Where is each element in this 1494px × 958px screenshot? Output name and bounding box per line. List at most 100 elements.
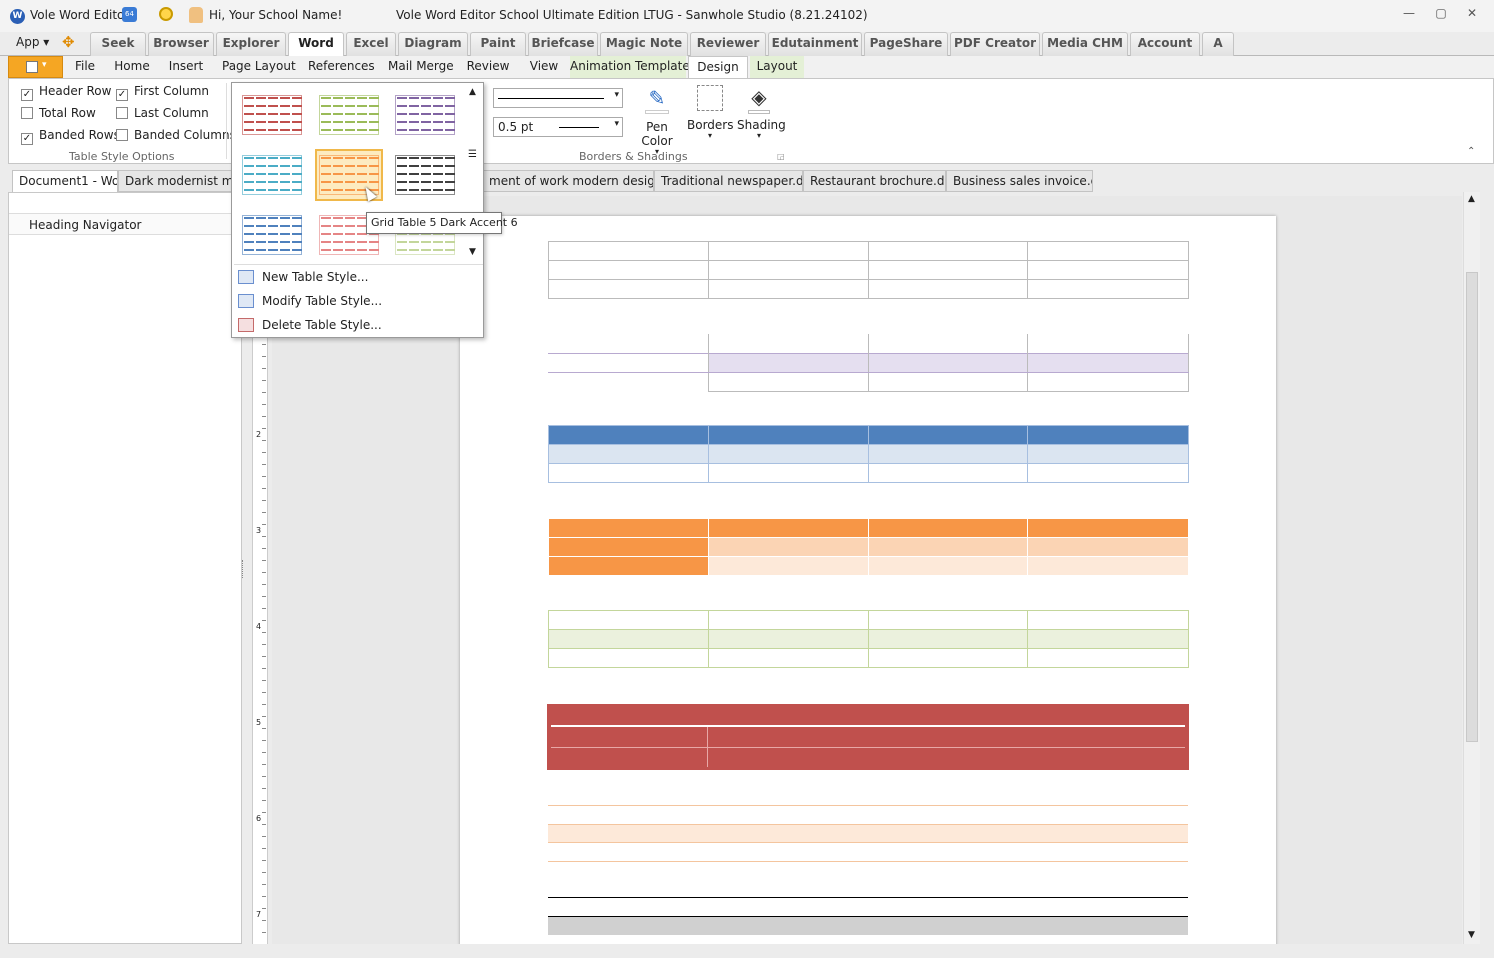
table-cell[interactable] (867, 372, 1028, 392)
table-cell[interactable] (1027, 463, 1189, 483)
orange-grid-table[interactable] (548, 518, 1189, 576)
table-cell[interactable] (548, 556, 709, 576)
table-cell[interactable] (1027, 241, 1189, 261)
greeting-text[interactable]: Hi, Your School Name! (209, 8, 342, 22)
dialog-launcher-icon[interactable]: ◲ (777, 152, 785, 161)
scroll-up-icon[interactable]: ▲ (469, 87, 476, 97)
table-cell[interactable] (708, 629, 869, 649)
modify-table-style-item[interactable]: Modify Table Style... (234, 290, 480, 312)
table-cell[interactable] (867, 352, 1028, 373)
table-cell[interactable] (1027, 556, 1189, 576)
table-style-thumbnail[interactable] (393, 151, 457, 199)
delete-table-style-item[interactable]: Delete Table Style... (234, 314, 480, 336)
table-cell[interactable] (548, 352, 708, 373)
table-cell[interactable] (708, 425, 869, 445)
table-cell[interactable] (708, 610, 869, 630)
line-style-dropdown[interactable]: ▾ (493, 88, 623, 108)
app-tab-diagram[interactable]: Diagram (398, 32, 468, 56)
table-cell[interactable] (548, 425, 709, 445)
table-cell[interactable] (868, 518, 1028, 538)
gallery-scrollbar[interactable]: ▲ ☰ ▼ (466, 85, 482, 263)
tab-animation-template[interactable]: Animation Template (570, 56, 690, 78)
table-cell[interactable] (1027, 425, 1189, 445)
pen-color-button[interactable]: ✎ Pen Color ▾ (631, 83, 683, 156)
table-cell[interactable] (548, 241, 709, 261)
app-tab-pageshare[interactable]: PageShare (864, 32, 948, 56)
table-style-thumbnail[interactable] (317, 91, 381, 139)
table-cell[interactable] (1027, 648, 1189, 668)
plain-grid-table[interactable] (548, 241, 1189, 299)
expand-gallery-icon[interactable]: ☰ (468, 149, 477, 160)
table-cell[interactable] (708, 556, 869, 576)
table-cell[interactable] (548, 334, 708, 353)
table-cell[interactable] (548, 463, 709, 483)
table-cell[interactable] (708, 518, 869, 538)
table-cell[interactable] (1027, 260, 1189, 280)
table-cell[interactable] (868, 537, 1028, 557)
table-style-thumbnail[interactable] (240, 211, 304, 259)
table-cell[interactable] (548, 537, 709, 557)
table-cell[interactable] (707, 352, 869, 373)
table-cell[interactable] (1027, 444, 1189, 464)
collapse-ribbon-icon[interactable]: ⌃ (1467, 146, 1475, 157)
first-column-checkbox[interactable]: ✓ First Column (116, 84, 209, 101)
doc-tab-dark-modernist[interactable]: Dark modernist meetin (118, 170, 236, 192)
black-light-table[interactable] (548, 897, 1188, 944)
app-tab-explorer[interactable]: Explorer (216, 32, 286, 56)
app-tab-paint[interactable]: Paint (470, 32, 526, 56)
scroll-down-icon[interactable]: ▼ (469, 247, 476, 257)
tab-home[interactable]: Home (114, 56, 150, 78)
table-cell[interactable] (548, 648, 709, 668)
table-cell[interactable] (868, 648, 1028, 668)
blue-grid-table[interactable] (548, 425, 1189, 483)
table-style-thumbnail[interactable] (240, 91, 304, 139)
tab-design[interactable]: Design (688, 56, 748, 78)
table-cell[interactable] (548, 279, 709, 299)
app-tab-browser[interactable]: Browser (148, 32, 214, 56)
table-cell[interactable] (548, 518, 709, 538)
scroll-up-icon[interactable]: ▲ (1468, 194, 1475, 204)
table-cell[interactable] (867, 334, 1028, 353)
table-cell[interactable] (868, 444, 1028, 464)
tab-insert[interactable]: Insert (168, 56, 204, 78)
app-tab-a[interactable]: A (1202, 32, 1234, 56)
table-cell[interactable] (868, 556, 1028, 576)
app-tab-media-chm[interactable]: Media CHM (1042, 32, 1128, 56)
line-weight-dropdown[interactable]: 0.5 pt ▾ (493, 117, 623, 137)
app-tab-pdf-creator[interactable]: PDF Creator (950, 32, 1040, 56)
quick-menu-button[interactable]: ▾ (8, 56, 63, 78)
table-cell[interactable] (1027, 610, 1189, 630)
tab-file[interactable]: File (72, 56, 98, 78)
app-tab-magic-note[interactable]: Magic Note (600, 32, 688, 56)
tab-mail-merge[interactable]: Mail Merge (388, 56, 454, 78)
tab-page-layout[interactable]: Page Layout (222, 56, 296, 78)
table-cell[interactable] (868, 463, 1028, 483)
new-table-style-item[interactable]: New Table Style... (234, 266, 480, 288)
maximize-button[interactable]: ▢ (1430, 6, 1452, 26)
vertical-scrollbar[interactable]: ▲ ▼ (1463, 192, 1480, 944)
app-tab-word[interactable]: Word (288, 32, 344, 57)
table-cell[interactable] (708, 444, 869, 464)
table-cell[interactable] (1026, 372, 1189, 392)
user-avatar-icon[interactable] (189, 7, 203, 23)
table-cell[interactable] (868, 279, 1028, 299)
table-cell[interactable] (1027, 279, 1189, 299)
table-cell[interactable] (708, 260, 869, 280)
table-style-thumbnail[interactable] (393, 91, 457, 139)
tab-view[interactable]: View (526, 56, 562, 78)
app-tab-account[interactable]: Account (1130, 32, 1200, 56)
total-row-checkbox[interactable]: Total Row (21, 106, 96, 120)
table-cell[interactable] (708, 537, 869, 557)
red-accent-table[interactable] (547, 704, 1189, 770)
table-cell[interactable] (707, 334, 869, 353)
doc-tab-document1[interactable]: Document1 - Word (12, 170, 118, 192)
table-cell[interactable] (708, 279, 869, 299)
last-column-checkbox[interactable]: Last Column (116, 106, 209, 120)
app-tab-briefcase[interactable]: Briefcase (528, 32, 598, 56)
table-cell[interactable] (548, 260, 709, 280)
purple-list-table[interactable] (548, 334, 1189, 392)
table-cell[interactable] (868, 629, 1028, 649)
table-cell[interactable] (1027, 518, 1189, 538)
header-row-checkbox[interactable]: ✓ Header Row (21, 84, 111, 101)
minimize-button[interactable]: — (1398, 6, 1420, 26)
